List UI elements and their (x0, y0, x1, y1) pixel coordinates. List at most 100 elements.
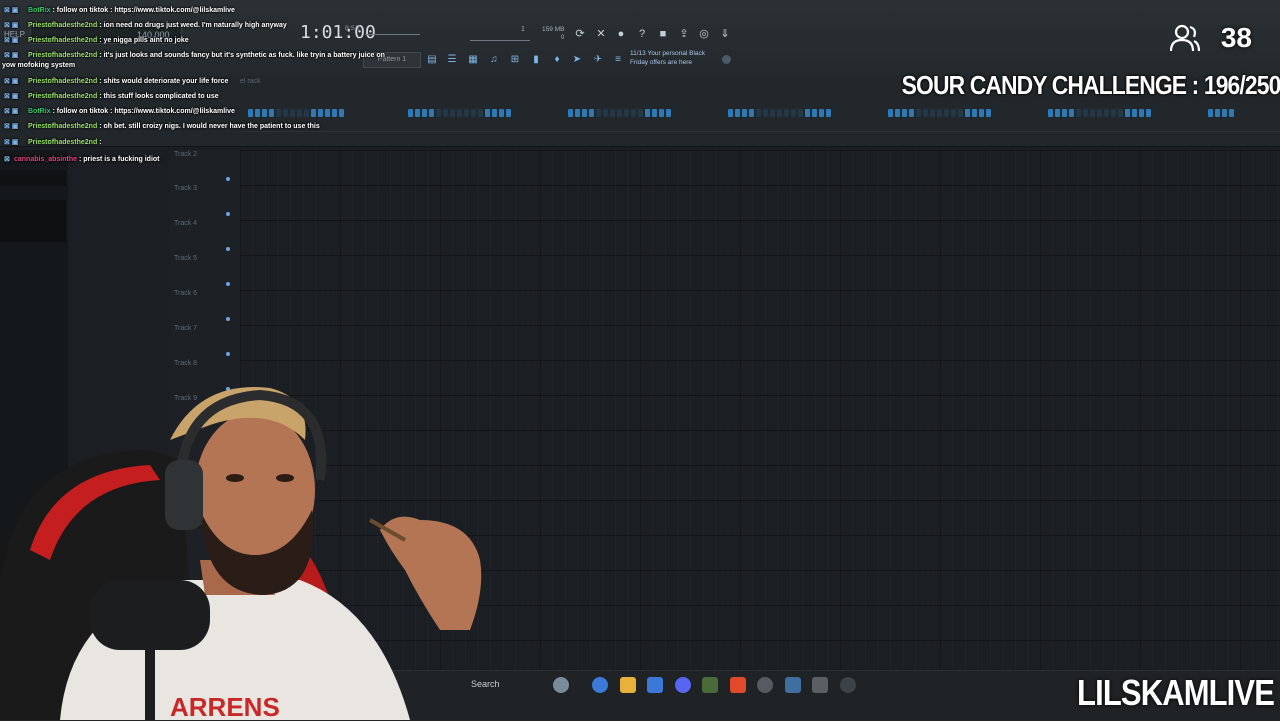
ruler-block (568, 104, 673, 117)
chat-username: BotRix (28, 108, 51, 115)
mic-icon[interactable]: ● (615, 28, 627, 40)
track-label[interactable]: Track 8 (174, 360, 197, 367)
shirt-print: ARRENS (170, 692, 280, 720)
chat-message: ⊠ cannabis_absinthe : priest is a fucking… (4, 155, 160, 163)
app2-icon[interactable] (812, 677, 828, 693)
track-mute-toggle[interactable] (226, 282, 230, 286)
chat-message: ⊠ ▣ Priestofhadesthe2nd : shits would det… (4, 77, 228, 85)
chat-text: : this stuff looks complicated to use (99, 93, 219, 100)
headphone-cup (165, 460, 203, 530)
chat-message-continuation: yow mofoking system (2, 62, 75, 69)
track-label[interactable]: Track 7 (174, 325, 197, 332)
track-mute-toggle[interactable] (226, 177, 230, 181)
chat-badge-icon: ⊠ (4, 156, 10, 163)
chat-text: : it's just looks and sounds fancy but i… (99, 52, 385, 59)
chat-message: ⊠ ▣ Priestofhadesthe2nd : this stuff look… (4, 92, 219, 100)
chat-badge-icon: ⊠ ▣ (4, 22, 19, 29)
track-label[interactable]: Track 4 (174, 220, 197, 227)
chat-icon[interactable]: ◎ (698, 28, 710, 40)
memory-sub-value: 0 (560, 34, 565, 41)
chat-badge-icon: ⊠ ▣ (4, 7, 19, 14)
time-format-label: B:S:T (345, 26, 361, 32)
microphone (90, 580, 210, 650)
chat-message: ⊠ ▣ Priestofhadesthe2nd : it's just looks… (4, 51, 385, 59)
channel-name: LILSKAMLIVE (1077, 672, 1275, 713)
save-icon[interactable]: ■ (657, 28, 669, 40)
fl-studio-icon[interactable] (757, 677, 773, 693)
track-mute-toggle[interactable] (226, 352, 230, 356)
cpu-readout: 1 (521, 26, 525, 33)
link-icon[interactable]: ✈ (592, 54, 604, 66)
chat-badge-icon: ⊠ ▣ (4, 52, 19, 59)
edge-icon[interactable] (592, 677, 608, 693)
ruler-block (888, 104, 993, 117)
track-label[interactable]: Track 6 (174, 290, 197, 297)
copilot-icon[interactable] (553, 677, 569, 693)
brave-icon[interactable] (730, 677, 746, 693)
browser-icon[interactable]: ⊞ (509, 54, 521, 66)
volume-slider[interactable] (365, 34, 420, 35)
track-label[interactable]: Track 3 (174, 185, 197, 192)
track-mute-toggle[interactable] (226, 317, 230, 321)
file-explorer-icon[interactable] (620, 677, 636, 693)
ruler-block (728, 104, 833, 117)
ruler-block (408, 104, 513, 117)
ruler-block (1208, 104, 1236, 117)
challenge-counter: SOUR CANDY CHALLENGE : 196/250 (901, 70, 1280, 100)
4k-icon[interactable] (840, 677, 856, 693)
viewers-icon (1170, 24, 1200, 52)
chat-username: cannabis_absinthe (14, 156, 78, 163)
track-mute-toggle[interactable] (226, 247, 230, 251)
chat-badge-icon: ⊠ ▣ (4, 139, 19, 146)
chat-badge-icon: ⊠ ▣ (4, 108, 19, 115)
chat-text: : priest is a fucking idiot (78, 156, 160, 163)
playlist-icon[interactable]: ▤ (426, 54, 438, 66)
webcam-feed: ARRENS (0, 387, 482, 720)
chat-text: : follow on tiktok : https://www.tiktok.… (52, 108, 235, 115)
export-icon[interactable]: ⇪ (678, 28, 690, 40)
track-mute-toggle[interactable] (226, 212, 230, 216)
chat-username: Priestofhadesthe2nd (28, 78, 98, 85)
chat-username: Priestofhadesthe2nd (28, 22, 98, 29)
chat-message: ⊠ ▣ Priestofhadesthe2nd : (4, 138, 102, 146)
chat-text: yow mofoking system (2, 62, 76, 69)
chat-message: ⊠ ▣ Priestofhadesthe2nd : oh bet. still c… (4, 122, 320, 130)
chat-text: : shits would deteriorate your life forc… (99, 78, 229, 85)
track-label[interactable]: Track 2 (174, 151, 197, 158)
store-icon[interactable] (647, 677, 663, 693)
channel-rack-hint: el rack (240, 78, 261, 85)
chat-badge-icon: ⊠ ▣ (4, 123, 19, 130)
chat-text: : ye nigga pills aint no joke (99, 37, 189, 44)
cart-icon[interactable]: ≡ (612, 54, 624, 66)
discord-icon[interactable] (675, 677, 691, 693)
close-icon[interactable]: ✕ (595, 28, 607, 40)
tool-icon[interactable]: ♦ (551, 54, 563, 66)
mixer-icon[interactable]: ☰ (446, 54, 458, 66)
news-badge-icon[interactable] (722, 55, 731, 64)
download-icon[interactable]: ⇓ (719, 28, 731, 40)
refresh-icon[interactable]: ⟳ (574, 28, 586, 40)
song-position-display: 1:01:00 (300, 22, 376, 43)
help-icon[interactable]: ? (636, 28, 648, 40)
steam-icon[interactable] (785, 677, 801, 693)
plugin-icon[interactable]: ▮ (530, 54, 542, 66)
right-eye (276, 474, 294, 482)
chat-badge-icon: ⊠ ▣ (4, 37, 19, 44)
send-icon[interactable]: ➤ (571, 54, 583, 66)
channel-rack-icon[interactable]: ▦ (467, 54, 479, 66)
track-label[interactable]: Track 5 (174, 255, 197, 262)
chat-text: : follow on tiktok : https://www.tiktok.… (52, 7, 235, 14)
memory-readout: 159 MB 0 (542, 26, 564, 42)
pitch-slider[interactable] (470, 40, 530, 41)
piano-roll-icon[interactable]: ♫ (488, 54, 500, 66)
chat-text: : oh bet. still croizy nigs. I would nev… (99, 123, 320, 130)
chat-username: Priestofhadesthe2nd (28, 52, 98, 59)
browser-item[interactable] (0, 200, 66, 242)
browser-item[interactable] (0, 170, 66, 186)
chat-username: BotRix (28, 7, 51, 14)
app-icon[interactable] (702, 677, 718, 693)
chat-username: Priestofhadesthe2nd (28, 37, 98, 44)
playlist-ruler[interactable] (240, 104, 1280, 118)
chat-username: Priestofhadesthe2nd (28, 139, 98, 146)
chat-text: : ion need no drugs just weed. I'm natur… (99, 22, 287, 29)
